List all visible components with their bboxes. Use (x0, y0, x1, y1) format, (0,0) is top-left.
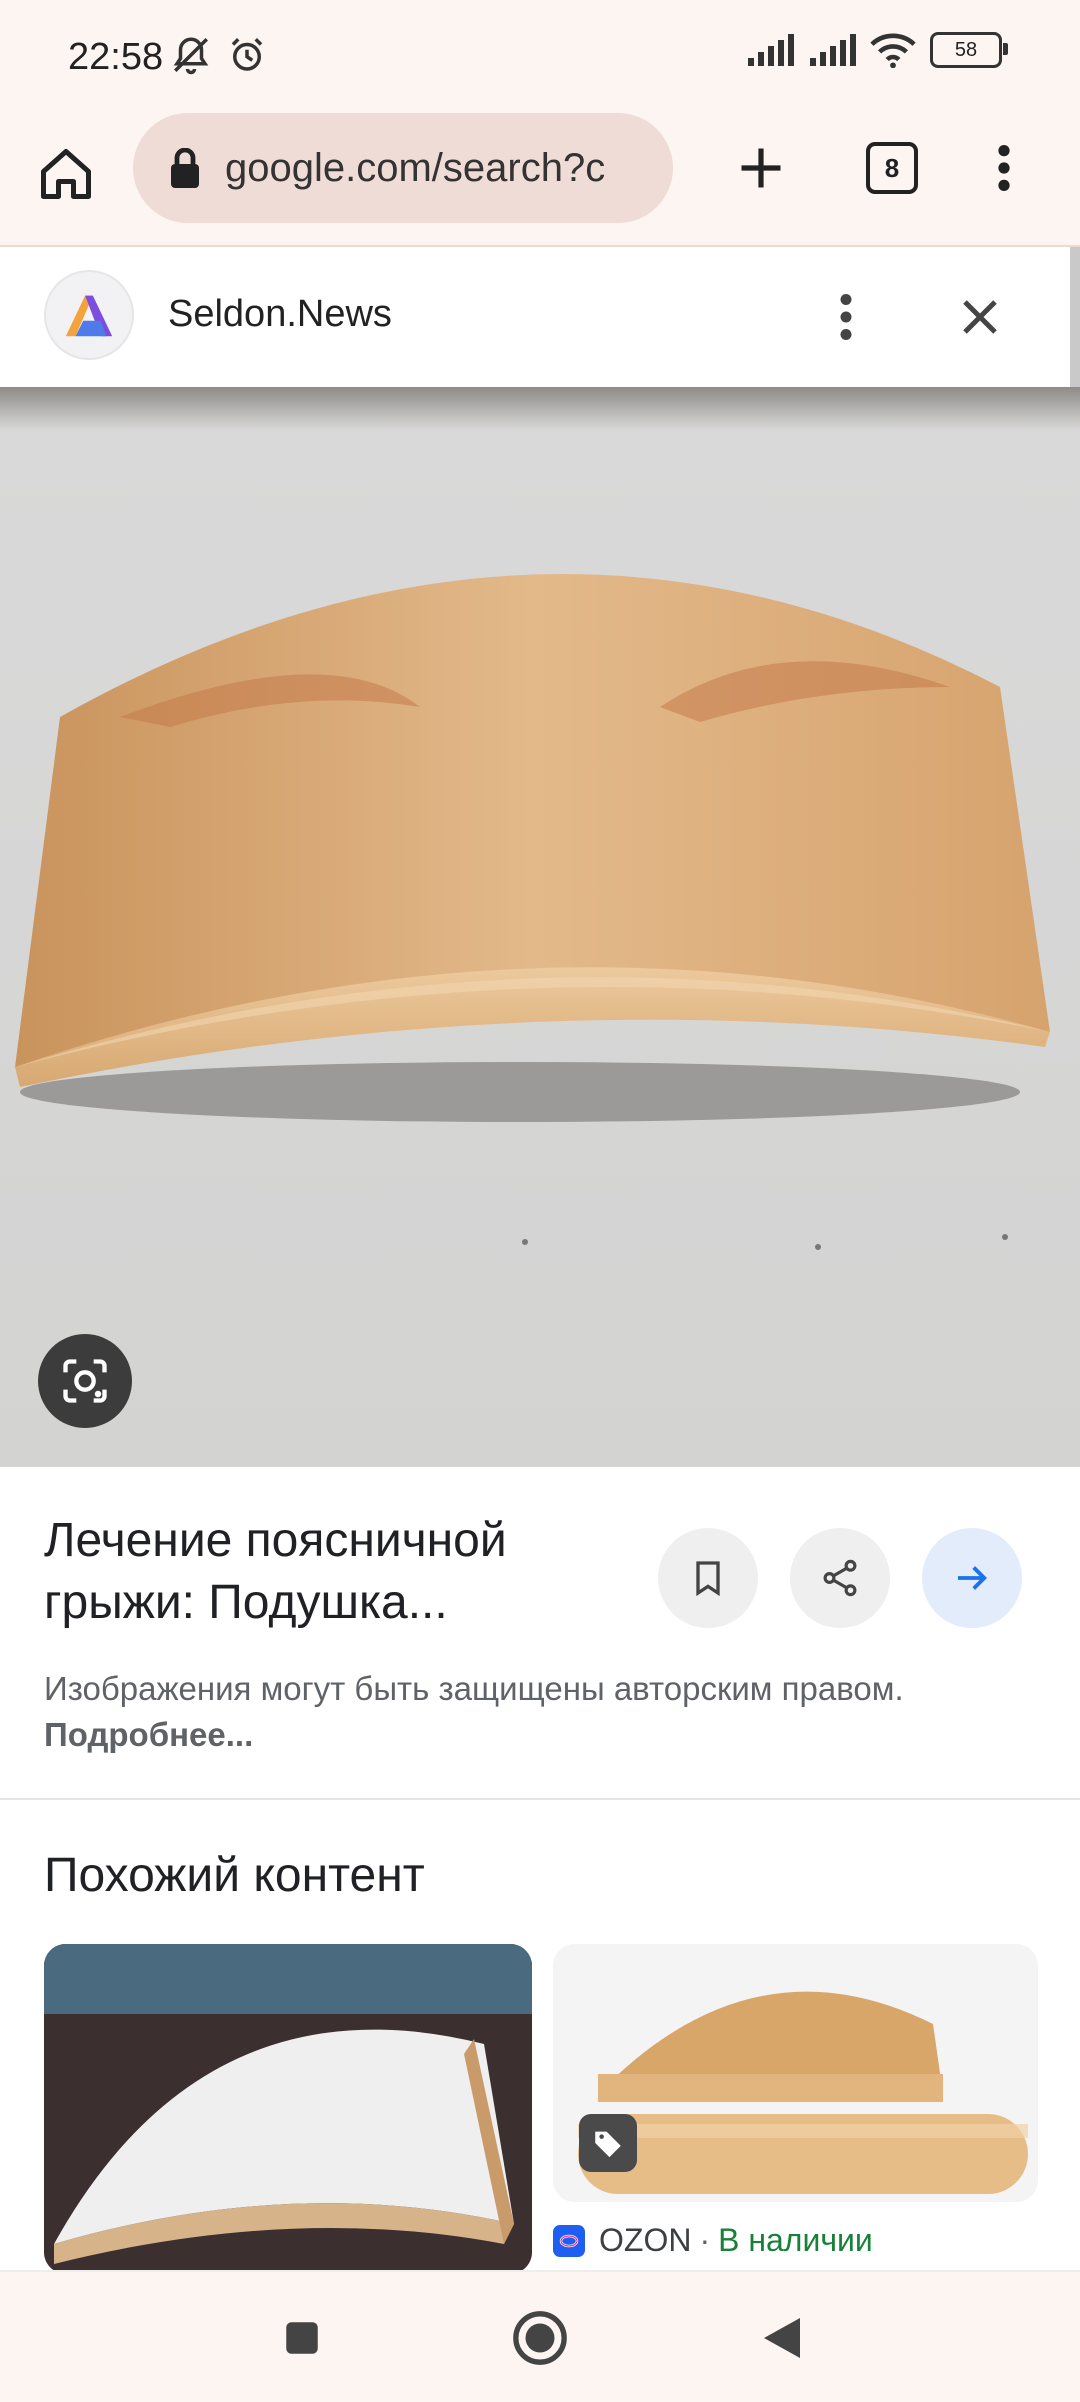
home-icon (41, 149, 91, 199)
save-button[interactable] (658, 1528, 758, 1628)
more-vertical-icon (840, 294, 852, 340)
status-time: 22:58 (68, 36, 164, 78)
divider (0, 1798, 1080, 1800)
battery-icon: 58 (930, 32, 1008, 68)
close-button[interactable] (950, 287, 1010, 347)
browser-menu-button[interactable] (974, 132, 1034, 204)
status-icons-right: 58 (746, 32, 1008, 68)
ozon-icon (553, 2224, 585, 2257)
more-vertical-icon (998, 145, 1010, 191)
new-tab-button[interactable] (725, 132, 797, 204)
recents-icon (286, 2322, 318, 2354)
separator: · (699, 2222, 711, 2258)
visit-button[interactable] (922, 1528, 1022, 1628)
muted-notifications-icon (173, 37, 209, 75)
system-nav-bar (0, 2270, 1080, 2402)
home-nav-button[interactable] (508, 2306, 572, 2370)
signal-icon (810, 34, 856, 66)
related-source[interactable]: OZON · В наличии (553, 2222, 873, 2259)
google-lens-button[interactable] (38, 1334, 132, 1428)
copyright-text: Изображения могут быть защищены авторски… (44, 1670, 904, 1707)
share-icon (823, 1559, 857, 1597)
status-icons-left (170, 34, 268, 76)
related-source-name: OZON (599, 2222, 692, 2258)
home-circle-icon (513, 2311, 567, 2365)
related-heading: Похожий контент (44, 1849, 425, 1902)
lock-icon (171, 148, 199, 188)
url-text: google.com/search?c (225, 145, 606, 190)
status-bar: 22:58 58 (0, 0, 1080, 110)
wooden-arc-board-image (0, 387, 1080, 1467)
wifi-icon (870, 33, 916, 68)
tab-switcher-button[interactable]: 8 (858, 134, 926, 202)
battery-level: 58 (954, 38, 978, 61)
result-title[interactable]: Лечение поясничной грыжи: Подушка... (44, 1510, 644, 1634)
plus-icon (741, 148, 781, 188)
signal-icon (748, 34, 794, 66)
source-more-button[interactable] (826, 287, 866, 347)
related-image (44, 1944, 532, 2274)
lens-icon (63, 1359, 107, 1403)
address-bar[interactable]: google.com/search?c (133, 113, 673, 223)
related-item[interactable] (44, 1944, 532, 2274)
copyright-notice: Изображения могут быть защищены авторски… (44, 1666, 944, 1758)
browser-toolbar: google.com/search?c 8 (0, 110, 1080, 247)
back-icon (764, 2318, 800, 2358)
recents-button[interactable] (270, 2306, 334, 2370)
main-image[interactable] (0, 387, 1080, 1467)
tab-count: 8 (866, 142, 918, 194)
home-button[interactable] (30, 138, 102, 210)
share-button[interactable] (790, 1528, 890, 1628)
learn-more-link[interactable]: Подробнее... (44, 1716, 253, 1753)
related-item[interactable] (553, 1944, 1038, 2202)
source-header: Seldon.News (0, 247, 1068, 387)
alarm-icon (231, 38, 263, 71)
back-button[interactable] (750, 2306, 814, 2370)
close-icon (963, 300, 997, 334)
source-name[interactable]: Seldon.News (168, 293, 392, 336)
arrow-right-icon (958, 1566, 987, 1590)
availability-label: В наличии (718, 2222, 873, 2258)
seldon-logo-icon (65, 295, 113, 337)
source-logo[interactable] (44, 270, 134, 360)
bookmark-icon (696, 1561, 720, 1597)
tag-icon (579, 2114, 637, 2172)
